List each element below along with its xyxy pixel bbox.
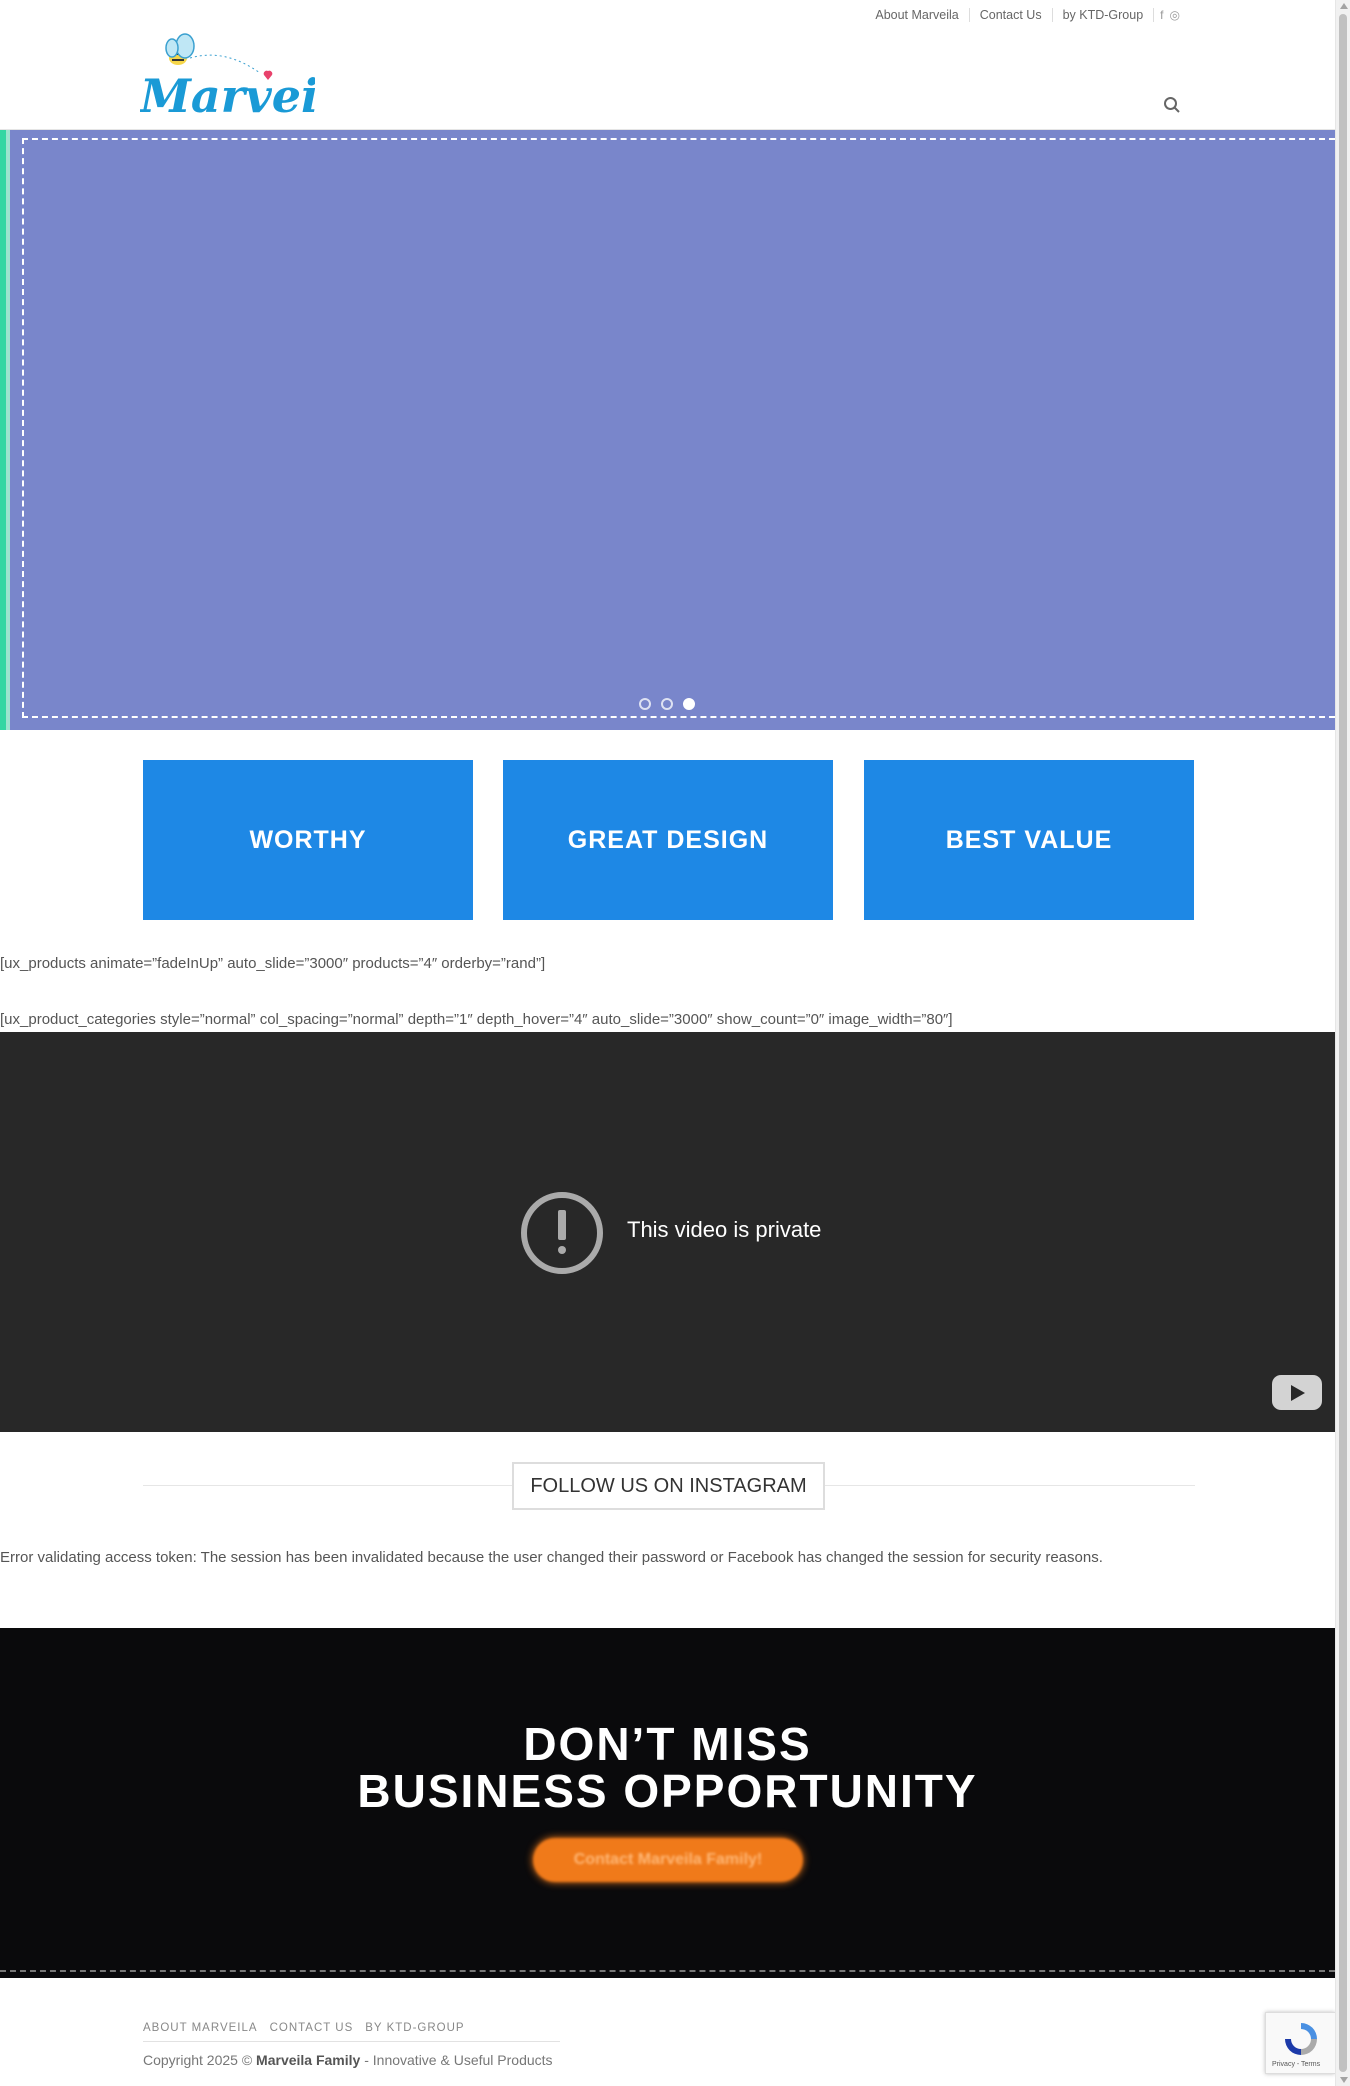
scroll-up-icon[interactable]: [1340, 3, 1348, 9]
cta-heading-line1: DON’T MISS: [523, 1718, 812, 1770]
site-logo[interactable]: Marveila: [138, 30, 366, 130]
page-scrollbar[interactable]: [1335, 0, 1350, 2086]
slider-dot-3[interactable]: [683, 698, 695, 710]
instagram-icon[interactable]: ◎: [1170, 8, 1180, 22]
footer-nav-contact[interactable]: CONTACT US: [270, 2022, 354, 2034]
cta-heading-line2: BUSINESS OPPORTUNITY: [357, 1765, 978, 1817]
scroll-thumb[interactable]: [1339, 14, 1347, 2072]
instagram-title-text: FOLLOW US ON INSTAGRAM: [530, 1474, 807, 1497]
feature-label: BEST VALUE: [945, 825, 1113, 854]
cta-dashed-divider: [0, 1970, 1335, 1972]
recaptcha-links[interactable]: Privacy - Terms: [1272, 2061, 1320, 2068]
video-message: This video is private: [627, 1217, 822, 1242]
alert-icon: [521, 1192, 603, 1274]
slider-dashed-frame: [22, 138, 1335, 718]
facebook-icon[interactable]: f: [1160, 8, 1163, 22]
top-nav-contact[interactable]: Contact Us: [970, 8, 1053, 22]
instagram-title: FOLLOW US ON INSTAGRAM: [512, 1462, 825, 1510]
logo-graphic: Marveila: [138, 33, 366, 123]
recaptcha-badge[interactable]: Privacy - Terms: [1265, 2012, 1335, 2074]
hero-slider[interactable]: [0, 130, 1335, 730]
slider-dot-1[interactable]: [639, 698, 651, 710]
video-embed[interactable]: This video is private: [0, 1032, 1335, 1432]
footer-divider: [143, 2041, 560, 2042]
feature-best-value[interactable]: BEST VALUE: [864, 760, 1194, 920]
copyright-prefix: Copyright 2025 ©: [143, 2052, 253, 2068]
top-nav-ktd[interactable]: by KTD-Group: [1053, 8, 1155, 22]
divider-left: [143, 1485, 512, 1486]
top-bar: About Marveila Contact Us by KTD-Group f…: [0, 0, 1335, 30]
page: { "header": { "top_nav": [ {"label": "Ab…: [0, 0, 1350, 2086]
copyright: Copyright 2025 © Marveila Family - Innov…: [143, 2052, 553, 2068]
instagram-error: Error validating access token: The sessi…: [0, 1549, 1103, 1566]
search-icon[interactable]: [1163, 96, 1181, 114]
feature-worthy[interactable]: WORTHY: [143, 760, 473, 920]
slider-dots: [639, 698, 695, 710]
cta-section: DON’T MISS BUSINESS OPPORTUNITY Contact …: [0, 1628, 1335, 1978]
top-nav: About Marveila Contact Us by KTD-Group f…: [865, 8, 1180, 22]
footer-nav: ABOUT MARVEILA CONTACT US BY KTD-GROUP: [143, 2022, 465, 2034]
footer-nav-about[interactable]: ABOUT MARVEILA: [143, 2022, 258, 2034]
feature-label: GREAT DESIGN: [567, 825, 769, 854]
scroll-down-icon[interactable]: [1340, 2077, 1348, 2083]
products-shortcode-text: [ux_products animate=”fadeInUp” auto_sli…: [0, 955, 546, 972]
logo-text: Marveila: [140, 69, 315, 123]
divider-right: [825, 1485, 1195, 1486]
slider-edge-stripe: [0, 130, 14, 730]
top-nav-about[interactable]: About Marveila: [865, 8, 970, 22]
footer-nav-ktd[interactable]: BY KTD-GROUP: [365, 2022, 464, 2034]
recaptcha-icon: [1285, 2023, 1317, 2055]
contact-button[interactable]: Contact Marveila Family!: [533, 1838, 803, 1882]
feature-great-design[interactable]: GREAT DESIGN: [503, 760, 833, 920]
youtube-icon[interactable]: [1272, 1375, 1322, 1410]
feature-label: WORTHY: [249, 825, 367, 854]
copyright-brand: Marveila Family: [256, 2052, 361, 2068]
copyright-tagline: - Innovative & Useful Products: [364, 2052, 553, 2068]
categories-shortcode-text: [ux_product_categories style=”normal” co…: [0, 1011, 953, 1028]
slider-dot-2[interactable]: [661, 698, 673, 710]
